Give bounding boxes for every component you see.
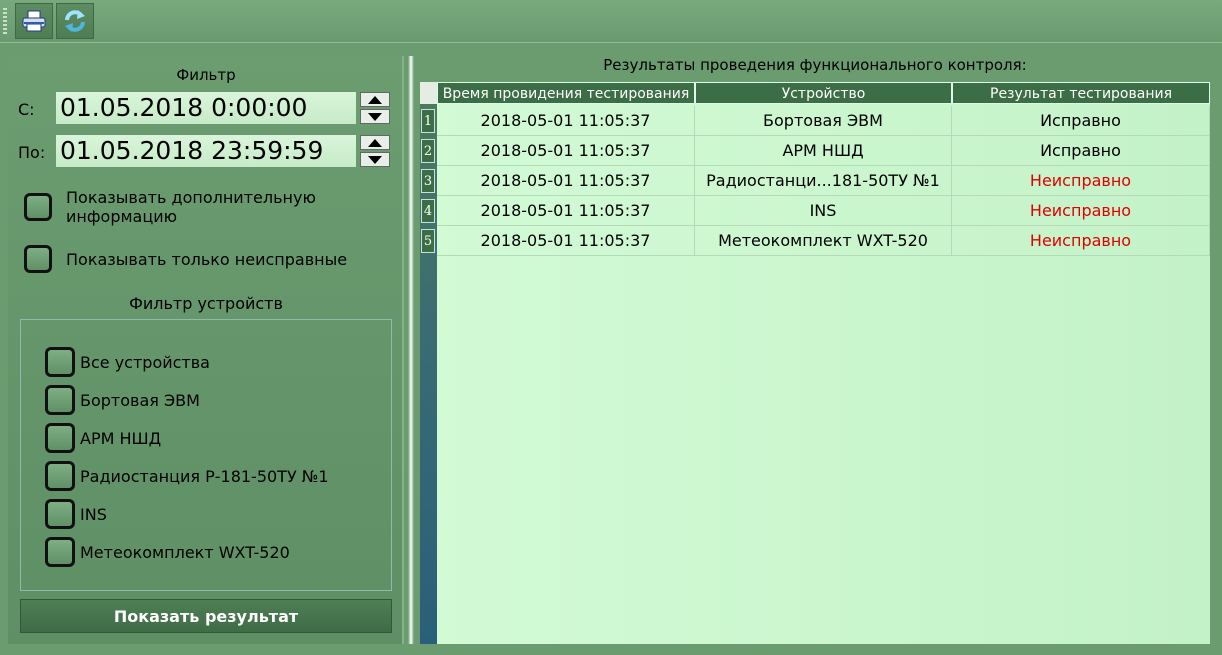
time-cell: 2018-05-01 11:05:37 [437,166,695,196]
from-label: С: [18,100,35,119]
arrow-down-icon [368,155,382,164]
device-label: Бортовая ЭВМ [80,390,200,410]
from-down-button[interactable] [360,109,390,124]
device-checkbox[interactable] [45,347,75,377]
device-cell: Радиостанци...181-50ТУ №1 [695,166,952,196]
time-cell: 2018-05-01 11:05:37 [437,226,695,256]
result-cell: Исправно [952,106,1210,136]
result-cell: Неисправно [952,166,1210,196]
device-label: Все устройства [80,352,210,372]
to-spinner [360,135,390,167]
device-cell: Бортовая ЭВМ [695,106,952,136]
device-label: Радиостанция Р-181-50ТУ №1 [80,466,329,486]
results-title: Результаты проведения функционального ко… [603,56,1027,74]
device-label: INS [80,504,107,524]
result-cell: Исправно [952,136,1210,166]
device-label: АРМ НШД [80,428,162,448]
toolbar-grip[interactable] [3,8,7,34]
show-extra-label: Показывать дополнительную информацию [66,188,316,226]
device-item[interactable]: Бортовая ЭВМ [45,385,200,415]
filter-title: Фильтр [176,66,236,84]
column-header-result[interactable]: Результат тестирования [952,82,1210,104]
show-result-button[interactable]: Показать результат [20,599,392,633]
result-cell: Неисправно [952,226,1210,256]
column-header-time[interactable]: Время провидения тестирования [437,82,695,104]
print-button[interactable] [15,3,53,39]
device-checkbox[interactable] [45,499,75,529]
show-extra-option[interactable]: Показывать дополнительную информацию [24,188,346,226]
show-faulty-checkbox[interactable] [24,245,52,273]
toolbar [0,0,1222,43]
device-item[interactable]: Метеокомплект WXT-520 [45,537,290,567]
results-grid: Время провидения тестирования Устройство… [420,82,1210,644]
show-faulty-label: Показывать только неисправные [66,249,348,269]
row-number[interactable]: 5 [421,229,435,253]
panel-splitter[interactable] [408,56,414,644]
device-item[interactable]: АРМ НШД [45,423,161,453]
row-number[interactable]: 3 [421,169,435,193]
device-filter-title: Фильтр устройств [129,294,283,313]
refresh-button[interactable] [56,3,94,39]
table-row[interactable]: 2 2018-05-01 11:05:37 АРМ НШД Исправно [420,136,1210,166]
printer-icon [22,10,46,32]
to-up-button[interactable] [360,135,390,150]
device-checkbox[interactable] [45,423,75,453]
device-cell: Метеокомплект WXT-520 [695,226,952,256]
table-row[interactable]: 1 2018-05-01 11:05:37 Бортовая ЭВМ Испра… [420,106,1210,136]
from-datetime-input[interactable]: 01.05.2018 0:00:00 [56,92,356,124]
row-number[interactable]: 2 [421,139,435,163]
result-cell: Неисправно [952,196,1210,226]
device-checkbox[interactable] [45,385,75,415]
show-faulty-option[interactable]: Показывать только неисправные [24,245,347,273]
table-row[interactable]: 5 2018-05-01 11:05:37 Метеокомплект WXT-… [420,226,1210,256]
device-cell: INS [695,196,952,226]
to-label: По: [18,143,46,162]
column-header-device[interactable]: Устройство [695,82,952,104]
time-cell: 2018-05-01 11:05:37 [437,106,695,136]
device-item[interactable]: Радиостанция Р-181-50ТУ №1 [45,461,329,491]
row-number[interactable]: 4 [421,199,435,223]
table-row[interactable]: 4 2018-05-01 11:05:37 INS Неисправно [420,196,1210,226]
table-row[interactable]: 3 2018-05-01 11:05:37 Радиостанци...181-… [420,166,1210,196]
arrow-up-icon [368,138,382,147]
from-up-button[interactable] [360,92,390,107]
show-extra-checkbox[interactable] [24,193,52,221]
device-filter-box: Все устройства Бортовая ЭВМ АРМ НШД Ради… [20,319,392,591]
device-cell: АРМ НШД [695,136,952,166]
from-spinner [360,92,390,124]
device-checkbox[interactable] [45,537,75,567]
filter-panel: Фильтр С: 01.05.2018 0:00:00 По: 01.05.2… [8,56,404,644]
time-cell: 2018-05-01 11:05:37 [437,196,695,226]
grid-corner[interactable] [420,82,437,104]
device-checkbox[interactable] [45,461,75,491]
device-label: Метеокомплект WXT-520 [80,542,290,562]
arrow-down-icon [368,112,382,121]
refresh-icon [65,10,85,32]
time-cell: 2018-05-01 11:05:37 [437,136,695,166]
row-number[interactable]: 1 [421,109,435,133]
device-item[interactable]: Все устройства [45,347,210,377]
to-datetime-input[interactable]: 01.05.2018 23:59:59 [56,135,356,167]
to-down-button[interactable] [360,152,390,167]
device-item[interactable]: INS [45,499,107,529]
arrow-up-icon [368,95,382,104]
